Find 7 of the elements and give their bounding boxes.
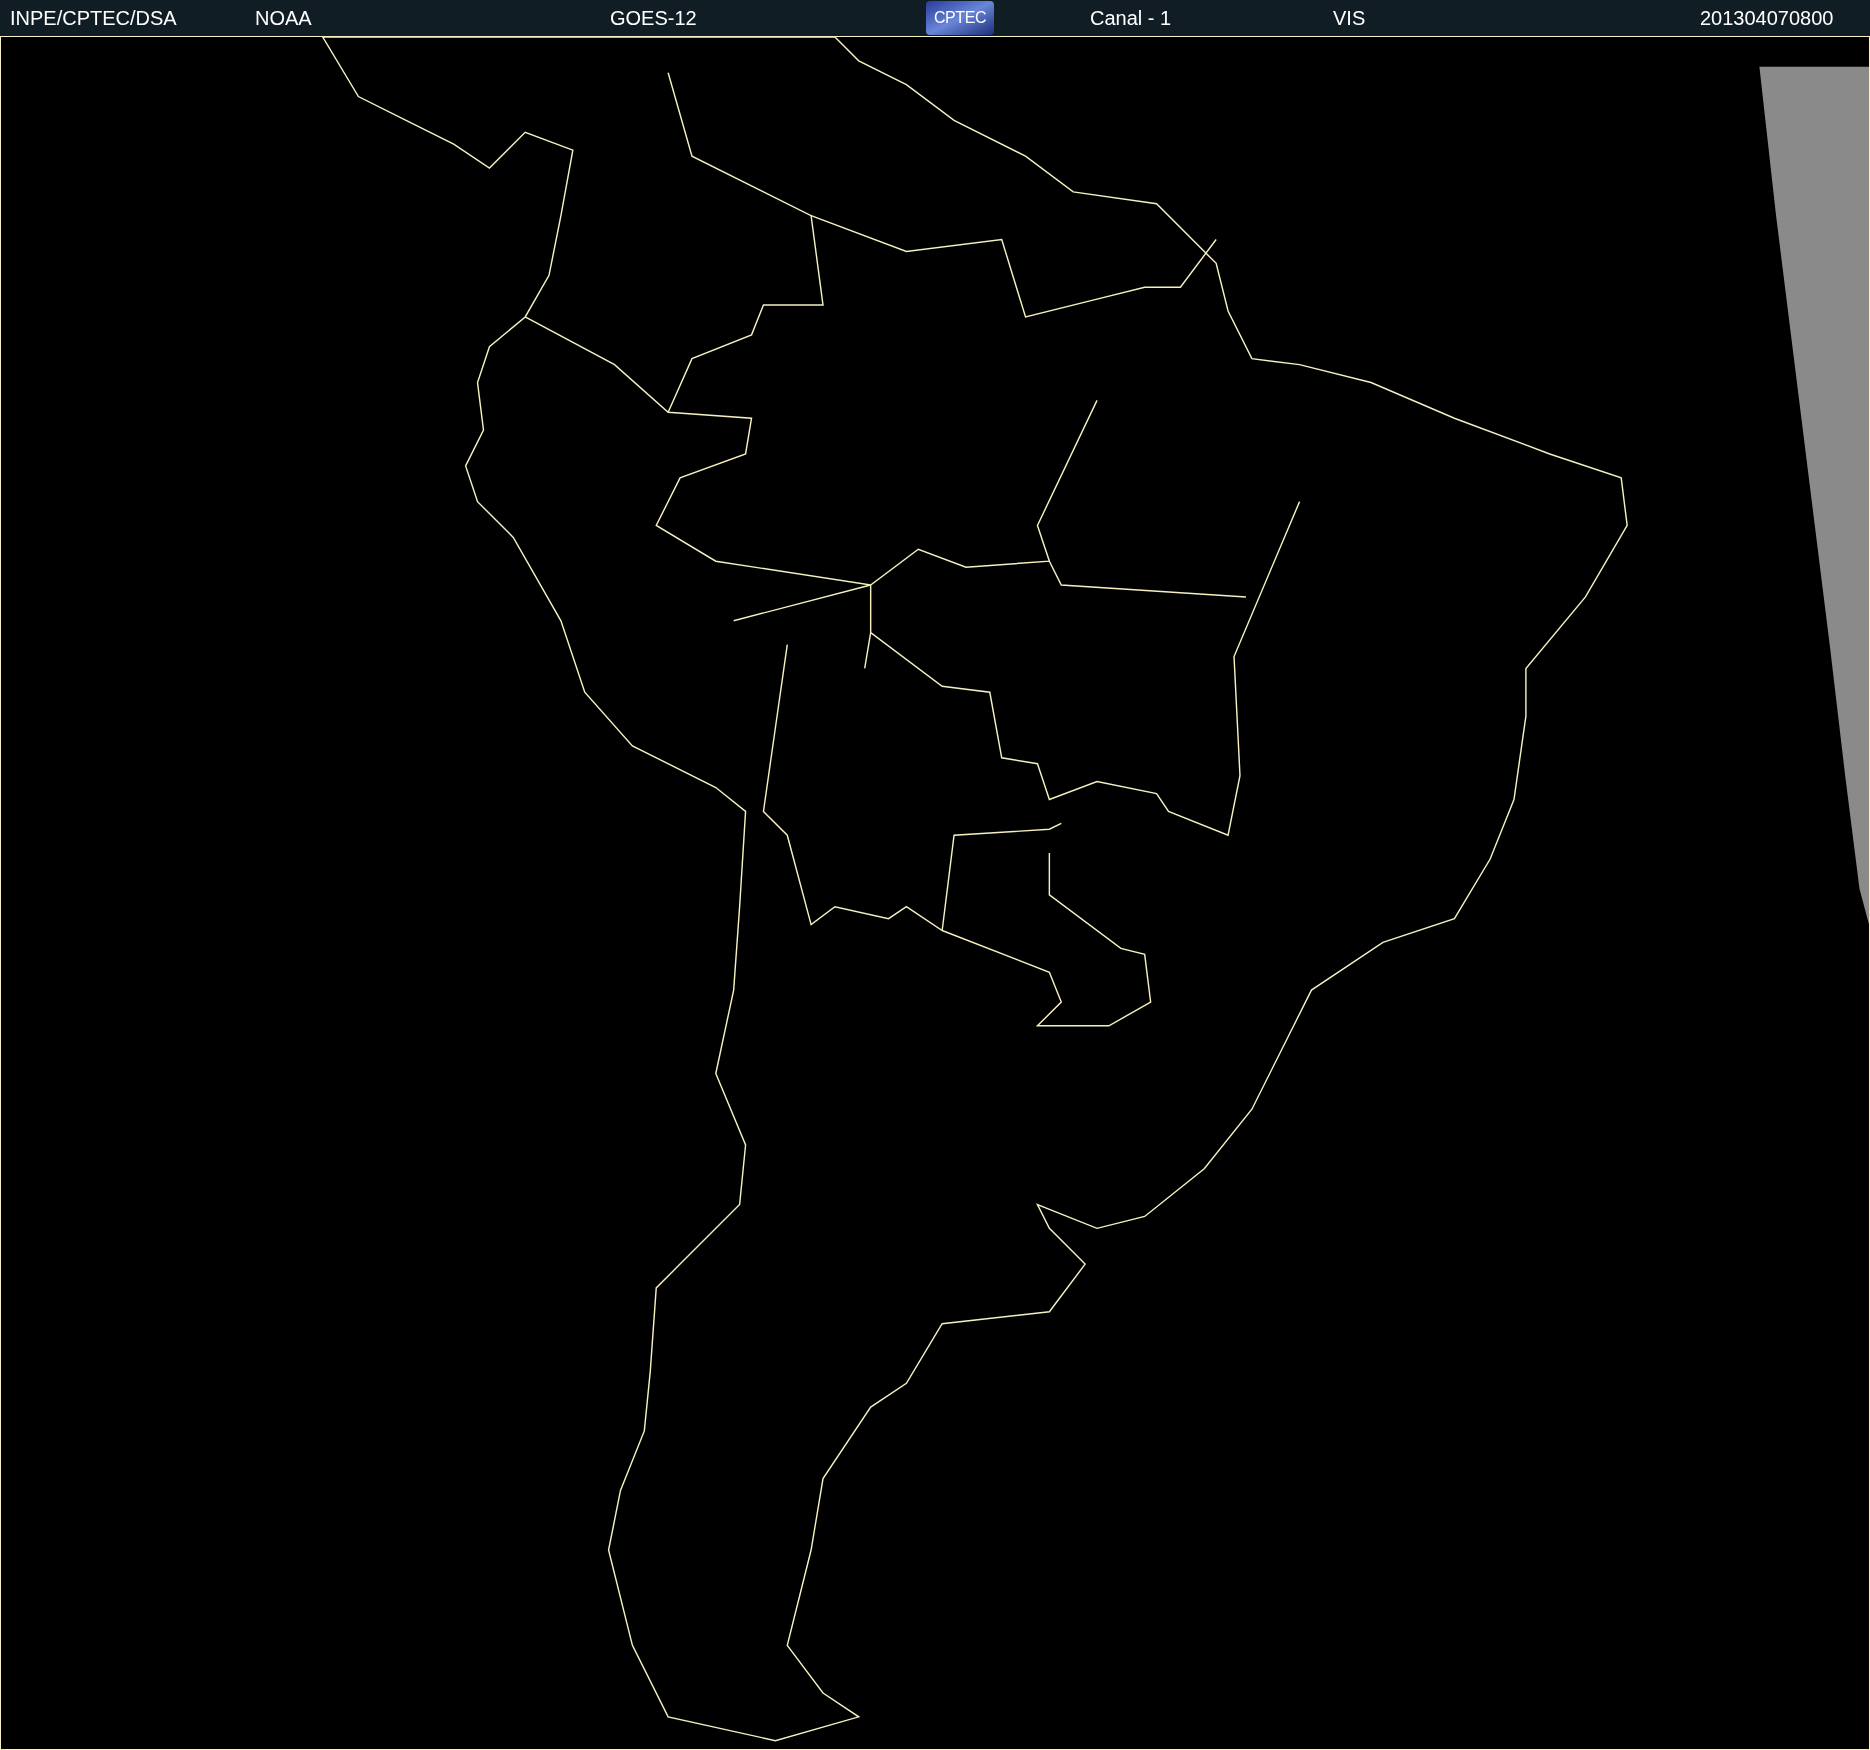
logo: CPTEC <box>926 1 994 35</box>
header-label: VIS <box>1333 6 1366 31</box>
header-label: 201304070800 <box>1700 6 1834 31</box>
header-label: GOES-12 <box>610 6 697 31</box>
header-label: INPE/CPTEC/DSA <box>10 6 177 31</box>
header-label: Canal - 1 <box>1090 6 1172 31</box>
header-label: NOAA <box>255 6 312 31</box>
